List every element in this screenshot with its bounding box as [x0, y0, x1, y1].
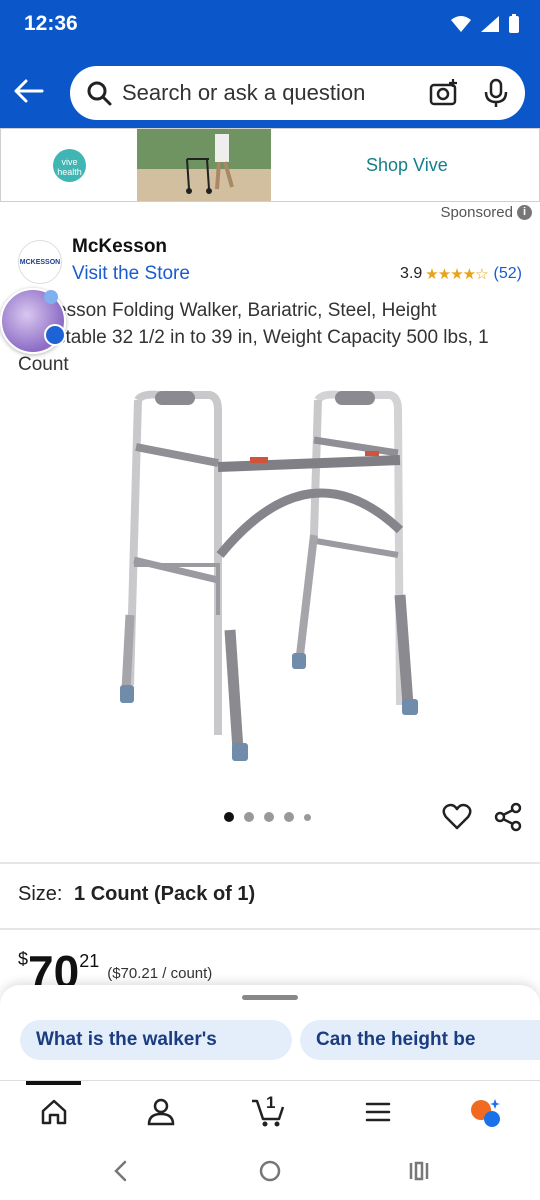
- visit-store-link[interactable]: Visit the Store: [72, 263, 190, 285]
- account-icon[interactable]: [144, 1095, 178, 1129]
- system-home-icon[interactable]: [257, 1158, 283, 1184]
- cart-count: 1: [266, 1093, 276, 1112]
- unit-price: ($70.21 / count): [107, 965, 213, 982]
- share-icon[interactable]: [493, 802, 523, 832]
- bottom-navigation: 1: [0, 1080, 540, 1142]
- pager-dot-2[interactable]: [244, 812, 254, 822]
- ad-image: [137, 129, 271, 201]
- search-bar[interactable]: Search or ask a question: [70, 66, 525, 120]
- chat-badge-icon: [44, 324, 66, 346]
- assistant-floating-bubble[interactable]: [0, 288, 66, 354]
- sheet-grabber[interactable]: [242, 995, 298, 1000]
- cart-button[interactable]: 1: [250, 1093, 290, 1129]
- price-currency: $: [18, 949, 29, 969]
- suggestion-chip[interactable]: What is the walker's: [20, 1020, 292, 1060]
- signal-icon: [481, 16, 499, 32]
- divider: [0, 928, 540, 930]
- favorite-heart-icon[interactable]: [442, 802, 472, 832]
- pager-dot-3[interactable]: [264, 812, 274, 822]
- product-title: McKesson Folding Walker, Bariatric, Stee…: [18, 300, 489, 375]
- app-header: 12:36 Search or ask a question: [0, 0, 540, 128]
- back-arrow-icon[interactable]: [12, 76, 48, 106]
- status-time: 12:36: [24, 12, 78, 35]
- battery-icon: [509, 14, 519, 33]
- search-icon: [87, 81, 112, 106]
- product-image[interactable]: [100, 385, 440, 770]
- size-label: Size:: [18, 883, 63, 905]
- camera-search-icon[interactable]: [429, 78, 459, 108]
- system-navigation-bar: [0, 1142, 540, 1200]
- info-icon[interactable]: i: [517, 205, 532, 220]
- review-count-link[interactable]: (52): [494, 265, 522, 283]
- sponsored-text: Sponsored: [440, 204, 513, 221]
- pager-dot-5[interactable]: [304, 813, 311, 821]
- divider: [0, 862, 540, 864]
- pager-dot-4[interactable]: [284, 812, 294, 822]
- assistant-suggestion-sheet: What is the walker's Can the height be: [0, 985, 540, 1085]
- seller-name: McKesson: [72, 236, 168, 257]
- price-cents: 21: [79, 951, 100, 971]
- system-back-icon[interactable]: [108, 1158, 134, 1184]
- wifi-icon: [451, 16, 471, 32]
- vive-brand-logo: vive health: [53, 149, 86, 182]
- active-tab-indicator: [26, 1081, 81, 1085]
- menu-icon[interactable]: [361, 1095, 395, 1129]
- assistant-icon[interactable]: [468, 1095, 502, 1129]
- sponsored-ad-banner[interactable]: vive health Shop Vive: [0, 128, 540, 202]
- system-recents-icon[interactable]: [406, 1158, 432, 1184]
- status-icons: [450, 14, 520, 34]
- rating-summary[interactable]: 3.9 ★★★★☆ (52): [400, 265, 522, 283]
- image-carousel-pager[interactable]: [224, 812, 311, 822]
- size-selector[interactable]: Size: 1 Count (Pack of 1): [18, 883, 255, 906]
- rating-score: 3.9: [400, 265, 423, 282]
- size-value: 1 Count (Pack of 1): [74, 883, 256, 905]
- pager-dot-1[interactable]: [224, 812, 234, 822]
- star-rating-icon: ★★★★☆: [425, 266, 488, 283]
- search-input[interactable]: Search or ask a question: [122, 80, 429, 106]
- seller-logo[interactable]: MCKESSON: [18, 240, 62, 284]
- sponsored-label[interactable]: Sponsored i: [440, 204, 532, 221]
- suggestion-chip[interactable]: Can the height be: [300, 1020, 540, 1060]
- bubble-dot: [44, 290, 58, 304]
- microphone-icon[interactable]: [483, 78, 509, 108]
- home-icon[interactable]: [37, 1095, 71, 1129]
- shop-vive-link[interactable]: Shop Vive: [366, 155, 448, 176]
